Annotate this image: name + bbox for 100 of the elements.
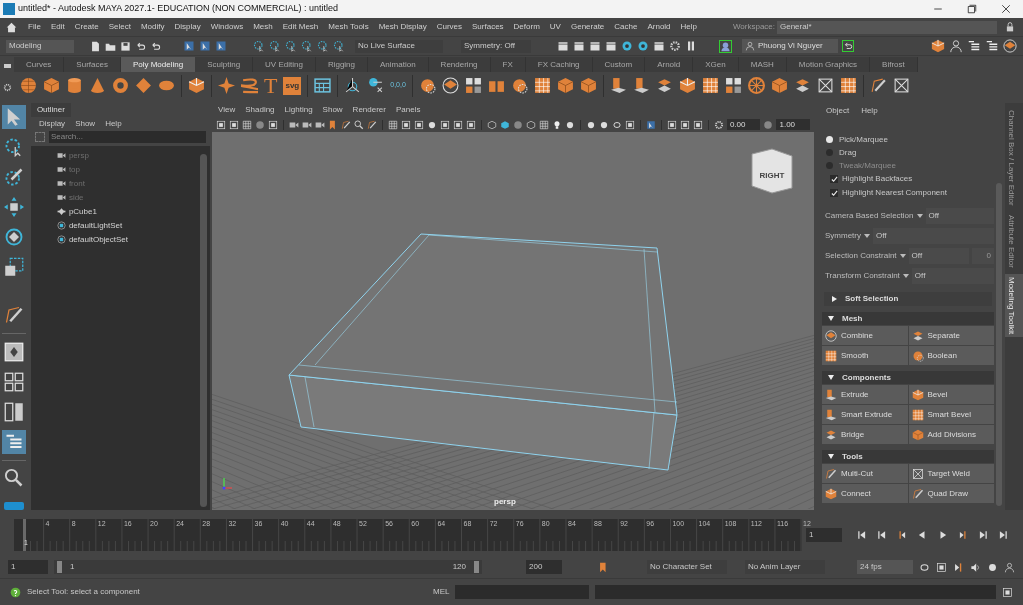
ring-icon[interactable]	[621, 40, 633, 52]
crossed-square-icon[interactable]	[892, 77, 910, 94]
search-icon[interactable]	[354, 119, 364, 130]
extruded-block-icon[interactable]	[609, 77, 627, 94]
box-icon[interactable]	[188, 77, 205, 94]
collapse-icon[interactable]	[3, 63, 11, 68]
tool-button[interactable]: Smart Bevel	[908, 405, 994, 424]
curved-arrow-icon[interactable]	[150, 40, 161, 52]
soft-selection-header[interactable]: Soft Selection	[824, 292, 992, 306]
anim-layer-dropdown[interactable]: No Anim Layer	[745, 560, 825, 574]
tool-button[interactable]: Connect	[822, 484, 908, 503]
menu-item[interactable]: Modify	[135, 21, 170, 33]
circle-icon[interactable]	[426, 119, 437, 130]
menu-item[interactable]: View	[218, 104, 236, 116]
section-header[interactable]: Tools	[822, 450, 994, 463]
frame-icon[interactable]	[1002, 586, 1013, 598]
caret-icon[interactable]	[899, 254, 906, 258]
crossed-square-icon[interactable]	[816, 77, 834, 94]
range-slider[interactable]: 1 120	[54, 560, 482, 574]
user-avatar-icon[interactable]	[719, 39, 732, 53]
clapper-icon[interactable]	[589, 40, 601, 52]
shelf-tab[interactable]: FX	[490, 57, 526, 72]
lasso-icon[interactable]	[301, 40, 313, 52]
side-tab[interactable]: Attribute Editor	[1005, 211, 1023, 271]
menu-item[interactable]: Show	[75, 117, 96, 130]
menu-item[interactable]: Cache	[609, 21, 643, 33]
menu-item[interactable]: Shading	[245, 104, 275, 116]
section-header[interactable]: Components	[822, 371, 994, 384]
cone-icon[interactable]	[89, 77, 106, 94]
menu-item[interactable]: File	[23, 21, 46, 33]
spiral-icon[interactable]	[241, 77, 258, 94]
file-icon[interactable]	[90, 40, 101, 52]
squares-icon[interactable]	[724, 77, 742, 94]
selection-cursor-icon[interactable]	[183, 40, 195, 52]
tool-button[interactable]: Smooth	[822, 346, 908, 365]
menu-item[interactable]: Curves	[431, 21, 467, 33]
menu-item[interactable]: Lighting	[284, 104, 313, 116]
ring-icon[interactable]	[637, 40, 649, 52]
grid-icon[interactable]	[538, 119, 549, 130]
shelf-tab[interactable]: Sculpting	[195, 57, 254, 72]
menu-item[interactable]: Object	[826, 105, 850, 117]
tool-button[interactable]: Smart Extrude	[822, 405, 908, 424]
radio-label[interactable]: Drag	[839, 146, 857, 159]
skip-to-start-icon[interactable]	[877, 530, 888, 540]
character-set-dropdown[interactable]: No Character Set	[647, 560, 727, 574]
tool-button[interactable]: Bevel	[908, 385, 994, 404]
shelf-tab[interactable]: Rigging	[315, 57, 369, 72]
gear-icon[interactable]	[669, 40, 681, 52]
menu-item[interactable]: Deform	[508, 21, 545, 33]
clapper-icon[interactable]	[653, 40, 665, 52]
close-icon[interactable]	[1001, 4, 1011, 14]
frame-icon[interactable]	[216, 119, 226, 130]
app-logo-icon[interactable]	[4, 501, 25, 510]
frame-icon[interactable]	[666, 119, 677, 130]
view-cube-drawing[interactable]	[751, 148, 793, 194]
side-tab[interactable]: Modeling Toolkit	[1005, 273, 1023, 337]
shelf-tab[interactable]: Poly Modeling	[120, 57, 196, 72]
option-dropdown[interactable]: Off	[925, 208, 994, 224]
end-frame-field[interactable]: 200	[526, 560, 562, 574]
pivot-icon[interactable]	[367, 77, 385, 94]
command-output-field[interactable]	[595, 585, 996, 599]
menu-item[interactable]: Show	[322, 104, 343, 116]
side-tab[interactable]: Channel Box / Layer Editor	[1005, 107, 1023, 209]
shelf-tab[interactable]: UV Editing	[253, 57, 316, 72]
menu-item[interactable]: Mesh Tools	[323, 21, 374, 33]
speaker-icon[interactable]	[970, 561, 981, 573]
wheel-icon[interactable]	[747, 77, 765, 94]
curved-arrow-icon[interactable]	[135, 40, 146, 52]
caret-icon[interactable]	[916, 214, 923, 218]
menu-item[interactable]: Generate	[565, 21, 610, 33]
view-cube-label[interactable]: RIGHT	[753, 170, 791, 182]
frame-icon[interactable]	[268, 119, 278, 130]
grid-icon[interactable]	[242, 119, 252, 130]
shelf-tab[interactable]: FX Caching	[525, 57, 593, 72]
command-field[interactable]	[455, 585, 590, 599]
clapper-icon[interactable]	[573, 40, 585, 52]
cube-icon[interactable]	[556, 77, 574, 94]
menu-item[interactable]: Surfaces	[467, 21, 509, 33]
scrollbar[interactable]	[200, 154, 207, 507]
shelf-tab[interactable]: Bifrost	[870, 57, 918, 72]
menu-item[interactable]: UV	[544, 21, 566, 33]
outliner-list-icon[interactable]	[2, 429, 27, 454]
outliner-list-icon[interactable]	[985, 39, 999, 53]
radio-button[interactable]	[826, 149, 833, 156]
skip-to-end-icon[interactable]	[997, 530, 1008, 540]
circle-icon[interactable]	[585, 119, 596, 130]
tool-button[interactable]: Extrude	[822, 385, 908, 404]
checkbox[interactable]	[830, 175, 838, 183]
tool-button[interactable]: Boolean	[908, 346, 994, 365]
start-frame-field[interactable]: 1	[8, 560, 48, 574]
wire-cube-icon[interactable]	[525, 119, 536, 130]
extruded-block-icon[interactable]	[632, 77, 650, 94]
menu-item[interactable]: Panels	[395, 104, 421, 116]
option-dropdown[interactable]: Off	[873, 228, 994, 244]
pen-icon[interactable]	[869, 77, 887, 94]
menu-item[interactable]: Edit Mesh	[277, 21, 324, 33]
star-icon[interactable]	[218, 77, 235, 94]
radio-label[interactable]: Pick/Marquee	[839, 133, 888, 146]
table-icon[interactable]	[314, 77, 332, 94]
axes-icon[interactable]	[344, 77, 362, 94]
